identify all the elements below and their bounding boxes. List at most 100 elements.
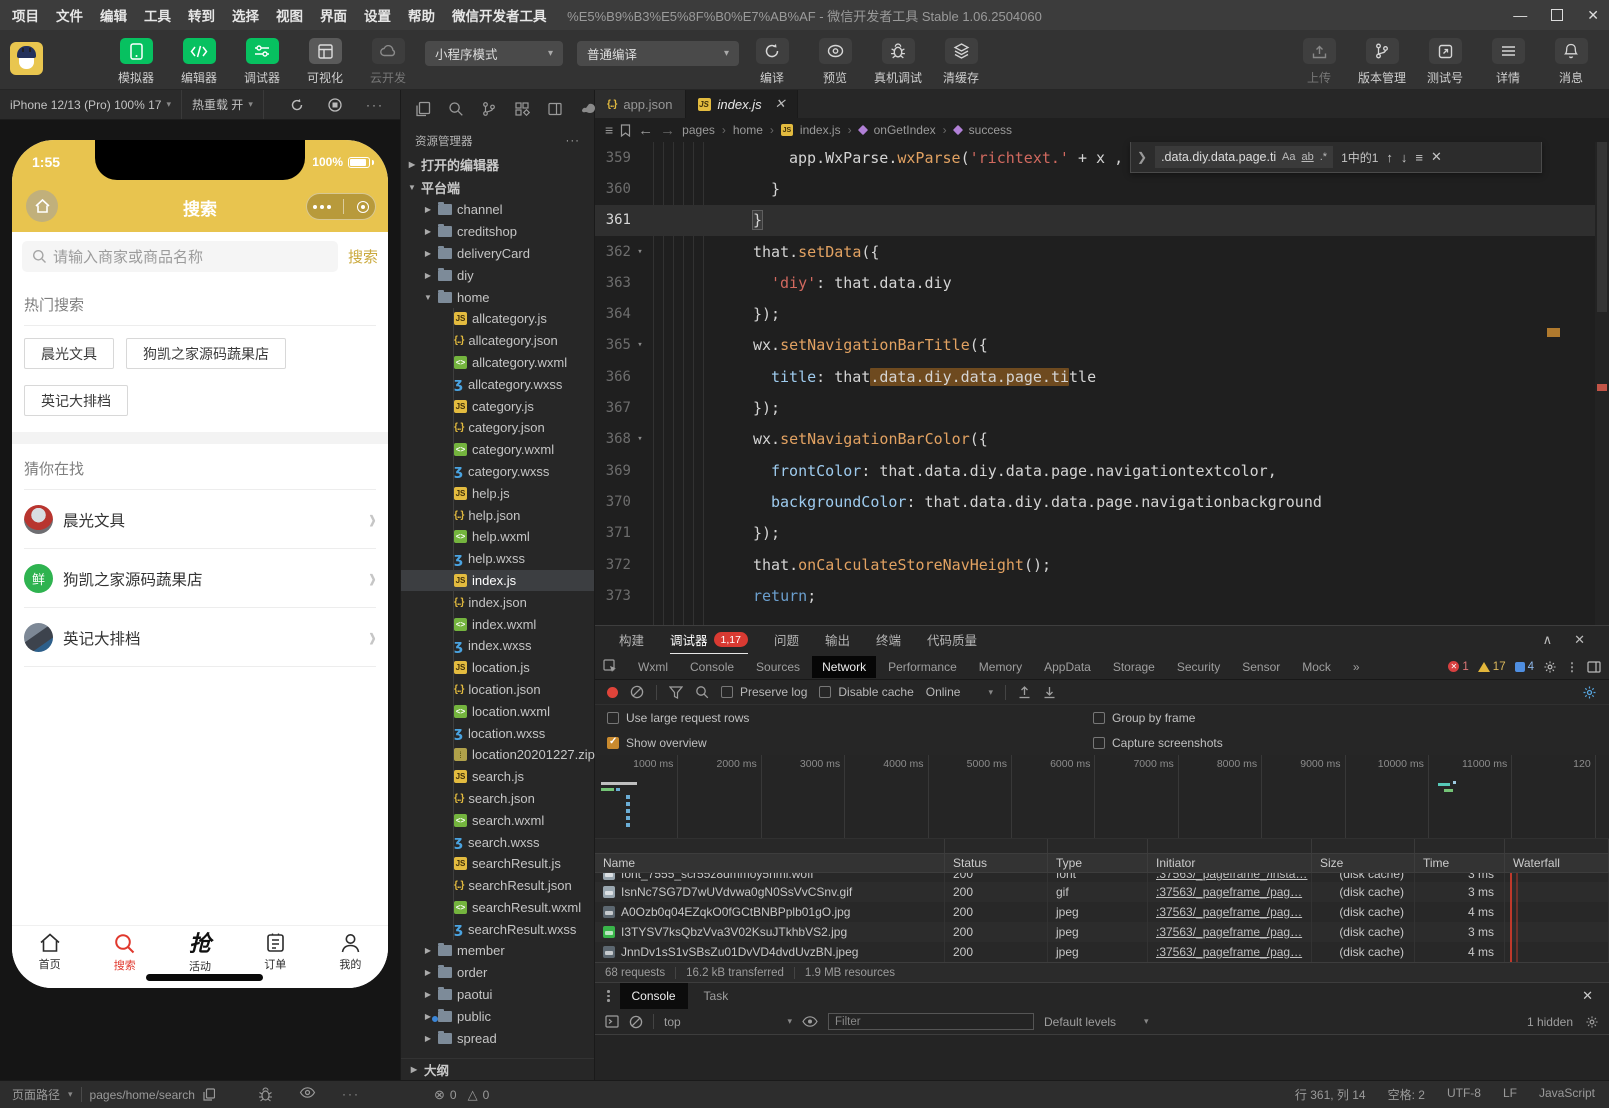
page-path-label[interactable]: 页面路径 — [12, 1086, 60, 1103]
close-drawer-icon[interactable]: ✕ — [1582, 988, 1603, 1004]
filter-funnel-icon[interactable] — [669, 686, 683, 699]
find-close-icon[interactable]: ✕ — [1431, 149, 1442, 165]
devtools-tab-Performance[interactable]: Performance — [878, 656, 967, 678]
files-icon[interactable] — [415, 101, 431, 117]
window-layout-icon[interactable] — [547, 101, 563, 117]
refresh-simulator-icon[interactable] — [290, 98, 304, 112]
warning-count[interactable]: 17 — [1478, 661, 1506, 673]
use-large-rows-checkbox[interactable]: Use large request rows — [607, 711, 749, 725]
toolbar-button-真机调试[interactable]: 真机调试 — [874, 38, 922, 86]
toolbar-button-模拟器[interactable]: 模拟器 — [112, 38, 160, 86]
console-tab-Task[interactable]: Task — [692, 983, 741, 1009]
devtools-tab-Memory[interactable]: Memory — [969, 656, 1032, 678]
tree-item-member[interactable]: ▶member — [401, 940, 594, 962]
menu-item-视图[interactable]: 视图 — [276, 5, 303, 25]
panel-tab-终端[interactable]: 终端 — [876, 626, 901, 654]
hot-search-tag[interactable]: 英记大排档 — [24, 385, 128, 416]
tree-item-diy[interactable]: ▶diy — [401, 264, 594, 286]
close-button[interactable]: ✕ — [1587, 7, 1599, 24]
clear-console-icon[interactable] — [629, 1015, 643, 1029]
eol[interactable]: LF — [1503, 1086, 1517, 1103]
match-case-toggle[interactable]: Aa — [1282, 151, 1295, 163]
devtools-tab-Network[interactable]: Network — [812, 656, 876, 678]
device-selector[interactable]: iPhone 12/13 (Pro) 100% 17▾ — [0, 90, 182, 119]
panel-tab-构建[interactable]: 构建 — [619, 626, 644, 654]
fold-icon[interactable]: ▾ — [631, 247, 649, 257]
devtools-tab-Wxml[interactable]: Wxml — [628, 656, 678, 678]
stop-record-icon[interactable] — [328, 98, 342, 112]
toolbar-button-预览[interactable]: 预览 — [811, 38, 859, 86]
show-overview-checkbox[interactable]: Show overview — [607, 736, 707, 750]
tree-item-location.wxml[interactable]: <>location.wxml — [401, 700, 594, 722]
vconsole-bug-icon[interactable] — [258, 1087, 273, 1102]
tab-item-首页[interactable]: 首页 — [12, 926, 87, 988]
column-header-Status[interactable]: Status — [945, 854, 1048, 872]
network-request-row[interactable]: I3TYSV7ksQbzVva3V02KsuJTkhbVS2.jpg200jpe… — [595, 922, 1609, 942]
toolbar-button-云开发[interactable]: 云开发 — [364, 38, 412, 86]
network-settings-gear-icon[interactable] — [1582, 685, 1597, 700]
column-header-Initiator[interactable]: Initiator — [1148, 854, 1312, 872]
toolbar-button-消息[interactable]: 消息 — [1547, 38, 1595, 86]
statusbar-more-icon[interactable]: ··· — [342, 1087, 360, 1102]
menu-item-界面[interactable]: 界面 — [320, 5, 347, 25]
indentation[interactable]: 空格: 2 — [1388, 1086, 1425, 1103]
console-tab-Console[interactable]: Console — [620, 983, 688, 1009]
tree-item-index.js[interactable]: JSindex.js — [401, 570, 594, 592]
tree-item-paotui[interactable]: ▶paotui — [401, 984, 594, 1006]
compile-mode-dropdown[interactable]: 普通编译▾ — [577, 41, 739, 66]
hot-reload-toggle[interactable]: 热重载 开▾ — [182, 90, 264, 119]
network-request-row[interactable]: JnnDv1sS1vSBsZu01DvVD4dvdUvzBN.jpeg200jp… — [595, 942, 1609, 962]
whole-word-toggle[interactable]: ab — [1301, 151, 1313, 163]
simulator-more-icon[interactable]: ··· — [366, 98, 384, 112]
inspect-element-icon[interactable] — [603, 659, 618, 674]
menu-item-帮助[interactable]: 帮助 — [408, 5, 435, 25]
network-request-row[interactable]: font_7555_scr55z8dmmoy5hml.woff200font:3… — [595, 873, 1609, 882]
editor-scrollbar[interactable] — [1595, 142, 1609, 625]
eye-icon[interactable] — [802, 1016, 818, 1027]
devtools-tab-Storage[interactable]: Storage — [1103, 656, 1165, 678]
toolbar-button-编辑器[interactable]: 编辑器 — [175, 38, 223, 86]
tree-item-location.json[interactable]: {..}location.json — [401, 679, 594, 701]
minimize-button[interactable]: — — [1513, 7, 1527, 23]
hot-search-tag[interactable]: 晨光文具 — [24, 338, 114, 369]
tree-item-creditshop[interactable]: ▶creditshop — [401, 221, 594, 243]
tree-item-channel[interactable]: ▶channel — [401, 199, 594, 221]
devtools-tab-Sensor[interactable]: Sensor — [1232, 656, 1290, 678]
export-har-icon[interactable] — [1043, 685, 1056, 699]
outline-section[interactable]: ▶大纲 — [401, 1058, 594, 1080]
language-mode[interactable]: JavaScript — [1539, 1086, 1595, 1103]
breadcrumb-item-onGetIndex[interactable]: onGetIndex — [874, 123, 936, 137]
tree-item-allcategory.wxml[interactable]: <>allcategory.wxml — [401, 352, 594, 374]
devtools-tab-Security[interactable]: Security — [1167, 656, 1230, 678]
tree-item-category.wxss[interactable]: ʒcategory.wxss — [401, 461, 594, 483]
column-header-Time[interactable]: Time — [1415, 854, 1505, 872]
search-files-icon[interactable] — [448, 101, 464, 117]
guess-list-item[interactable]: 英记大排档› — [12, 608, 388, 667]
panel-tab-调试器[interactable]: 调试器1,17 — [670, 626, 748, 654]
capsule-menu[interactable] — [306, 193, 376, 220]
throttling-dropdown[interactable]: Online▾ — [926, 685, 993, 699]
menu-item-项目[interactable]: 项目 — [12, 5, 39, 25]
menu-item-编辑[interactable]: 编辑 — [100, 5, 127, 25]
dock-side-icon[interactable] — [1587, 661, 1601, 673]
group-by-frame-checkbox[interactable]: Group by frame — [1093, 711, 1195, 725]
find-next-icon[interactable]: ↓ — [1401, 150, 1408, 165]
panel-tab-输出[interactable]: 输出 — [825, 626, 850, 654]
breadcrumb-item-home[interactable]: home — [733, 123, 763, 137]
toolbar-button-调试器[interactable]: 调试器 — [238, 38, 286, 86]
tree-item-searchResult.wxss[interactable]: ʒsearchResult.wxss — [401, 918, 594, 940]
preserve-log-checkbox[interactable]: Preserve log — [721, 685, 807, 699]
toolbar-button-编译[interactable]: 编译 — [748, 38, 796, 86]
console-output-area[interactable] — [595, 1035, 1609, 1081]
find-in-selection-icon[interactable]: ≡ — [1415, 150, 1423, 165]
tree-item-index.wxml[interactable]: <>index.wxml — [401, 613, 594, 635]
tree-item-search.js[interactable]: JSsearch.js — [401, 766, 594, 788]
console-sidebar-icon[interactable] — [605, 1015, 619, 1028]
capture-screenshots-checkbox[interactable]: Capture screenshots — [1093, 736, 1223, 750]
tree-item-allcategory.wxss[interactable]: ʒallcategory.wxss — [401, 373, 594, 395]
record-network-icon[interactable] — [607, 687, 618, 698]
tree-item-location.js[interactable]: JSlocation.js — [401, 657, 594, 679]
hot-search-tag[interactable]: 狗凯之家源码蔬果店 — [126, 338, 286, 369]
encoding[interactable]: UTF-8 — [1447, 1086, 1481, 1103]
error-count[interactable]: ✕1 — [1448, 661, 1468, 673]
